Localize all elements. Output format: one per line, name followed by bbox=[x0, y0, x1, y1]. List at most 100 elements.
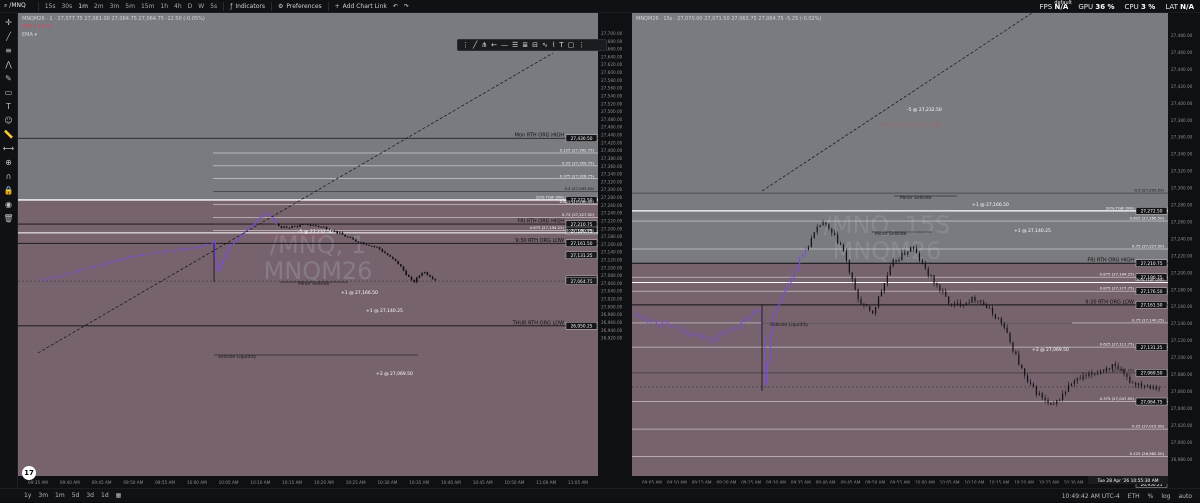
candle-body bbox=[1082, 375, 1084, 380]
left-chart-svg[interactable]: /MNQ, 1MNQM2627,700.0027,680.0027,660.00… bbox=[18, 13, 630, 488]
range-1y[interactable]: 1y bbox=[24, 492, 31, 499]
tf-3m[interactable]: 3m bbox=[110, 3, 120, 10]
price-tick-label: 27,440.00 bbox=[601, 133, 623, 138]
candle-body bbox=[679, 326, 681, 331]
profile-label[interactable]: default bbox=[1054, 0, 1072, 6]
crosshair-icon[interactable]: ✛ bbox=[3, 17, 15, 28]
candle-body bbox=[1044, 397, 1046, 400]
range-1d[interactable]: 1d bbox=[101, 492, 109, 499]
ruler-icon[interactable]: 📏 bbox=[3, 129, 15, 140]
candle-body bbox=[682, 329, 684, 331]
candle-body bbox=[997, 318, 999, 320]
candle-body bbox=[132, 256, 134, 258]
left-chart-panel[interactable]: /MNQ, 1 MNQM26 27,700.00 27,680.00 27,660.00… bbox=[18, 13, 630, 488]
calendar-icon[interactable]: ▦ bbox=[116, 492, 122, 499]
lock-icon[interactable]: 🔒 bbox=[3, 185, 15, 196]
tf-d[interactable]: D bbox=[188, 3, 193, 10]
range-3d[interactable]: 3d bbox=[86, 492, 94, 499]
level-label: 0.625 (27,111.75) bbox=[1100, 342, 1135, 347]
pattern-icon[interactable]: ⋀ bbox=[3, 59, 15, 70]
fib-tool-icon[interactable]: ☰ bbox=[512, 41, 518, 49]
drag-handle-icon[interactable]: ⋮ bbox=[462, 41, 469, 49]
candle-body bbox=[801, 254, 804, 258]
percent-toggle[interactable]: % bbox=[1148, 493, 1154, 500]
position-tool-icon[interactable]: ⊟ bbox=[532, 41, 538, 49]
price-tick-label: 27,420.00 bbox=[601, 140, 623, 145]
add-chart-link-button[interactable]: + Add Chart Link bbox=[335, 3, 387, 10]
tf-5m[interactable]: 5m bbox=[125, 3, 135, 10]
range-1m[interactable]: 1m bbox=[55, 492, 65, 499]
tf-1m[interactable]: 1m bbox=[78, 3, 88, 10]
right-chart-svg[interactable]: /MNQ, 15SMNQM2627,480.0027,460.0027,440.… bbox=[632, 12, 1200, 488]
level-label: 0.625 (27,260.50) bbox=[560, 199, 595, 204]
brush-tool-icon[interactable]: ∿ bbox=[542, 41, 548, 49]
fib-icon[interactable]: ≡ bbox=[3, 45, 15, 56]
candle-body bbox=[994, 314, 997, 319]
zoom-icon[interactable]: ⊕ bbox=[3, 157, 15, 168]
symbol-search[interactable]: ⌕ /MNQ bbox=[4, 2, 26, 10]
price-tick-label: 27,600.00 bbox=[601, 70, 623, 75]
magnet-icon[interactable]: ∩ bbox=[3, 171, 15, 182]
candle-body bbox=[755, 311, 757, 313]
brush-icon[interactable]: ✎ bbox=[3, 73, 15, 84]
tf-5s[interactable]: 5s bbox=[210, 3, 217, 10]
redo-button[interactable]: ↷ bbox=[404, 3, 409, 10]
clock[interactable]: 10:49:42 AM UTC-4 bbox=[1062, 493, 1120, 500]
path-tool-icon[interactable]: ⌇ bbox=[552, 41, 555, 49]
candle-body bbox=[740, 322, 742, 329]
line-tool-icon[interactable]: ╱ bbox=[473, 41, 477, 49]
session-toggle[interactable]: ETH bbox=[1128, 493, 1140, 500]
candle-body bbox=[129, 256, 132, 258]
candle-body bbox=[813, 232, 815, 239]
right-chart-panel[interactable]: /MNQ, 15S MNQM26 27,480.00 27,460.00 27,440.… bbox=[632, 12, 1200, 488]
candle-body bbox=[317, 225, 320, 227]
trade-annotation: +3 @ 27,069.50 bbox=[376, 371, 413, 377]
candle-body bbox=[256, 219, 259, 223]
channel-tool-icon[interactable]: ≣ bbox=[522, 41, 528, 49]
tf-2m[interactable]: 2m bbox=[94, 3, 104, 10]
trade-annotation: +1 @ 27,166.50 bbox=[972, 202, 1009, 208]
trash-icon[interactable]: 🗑 bbox=[3, 213, 15, 224]
undo-button[interactable]: ↶ bbox=[393, 3, 398, 10]
tf-15s[interactable]: 15s bbox=[45, 3, 56, 10]
tf-4h[interactable]: 4h bbox=[174, 3, 182, 10]
range-5d[interactable]: 5d bbox=[72, 492, 80, 499]
trade-annotation: Minor Sellside bbox=[875, 231, 907, 237]
eye-icon[interactable]: ◉ bbox=[3, 199, 15, 210]
range-3m[interactable]: 3m bbox=[38, 492, 48, 499]
tf-w[interactable]: W bbox=[198, 3, 204, 10]
tf-15m[interactable]: 15m bbox=[141, 3, 154, 10]
candle-body bbox=[1032, 383, 1035, 387]
price-tick-label: 27,040.00 bbox=[1171, 406, 1193, 411]
candle-body bbox=[939, 285, 941, 291]
text-icon[interactable]: T bbox=[3, 101, 15, 112]
auto-toggle[interactable]: auto bbox=[1178, 493, 1192, 500]
text-tool-icon[interactable]: T bbox=[559, 41, 563, 49]
arrow-tool-icon[interactable]: ← bbox=[491, 41, 497, 49]
price-tick-label: 27,260.00 bbox=[1171, 219, 1193, 224]
hline-tool-icon[interactable]: — bbox=[501, 41, 508, 49]
emoji-icon[interactable]: ☺ bbox=[3, 115, 15, 126]
tf-1h[interactable]: 1h bbox=[160, 3, 168, 10]
preferences-button[interactable]: ⚙ Preferences bbox=[278, 3, 322, 10]
candle-body bbox=[904, 252, 906, 255]
candle-body bbox=[804, 249, 807, 255]
measure-icon[interactable]: ⟷ bbox=[3, 143, 15, 154]
candle-body bbox=[688, 334, 690, 335]
tf-30s[interactable]: 30s bbox=[61, 3, 72, 10]
candle-body bbox=[1018, 354, 1020, 365]
candle-body bbox=[866, 304, 868, 306]
more-icon[interactable]: ⋮ bbox=[578, 41, 585, 49]
divider bbox=[37, 1, 39, 11]
log-toggle[interactable]: log bbox=[1161, 493, 1170, 500]
candle-body bbox=[166, 250, 169, 252]
candle-body bbox=[661, 321, 663, 326]
cpu-stat: CPU 3 % bbox=[1124, 2, 1156, 11]
trendline-icon[interactable]: ╱ bbox=[3, 31, 15, 42]
indicators-button[interactable]: ƒ Indicators bbox=[230, 3, 265, 10]
time-tick-label: 10:45 AM bbox=[473, 480, 493, 485]
box-tool-icon[interactable]: ▢ bbox=[568, 41, 575, 49]
fork-tool-icon[interactable]: ⋔ bbox=[481, 41, 487, 49]
rectangle-icon[interactable]: ▭ bbox=[3, 87, 15, 98]
level-label: 0.5 (27,081.25) bbox=[1104, 367, 1134, 372]
